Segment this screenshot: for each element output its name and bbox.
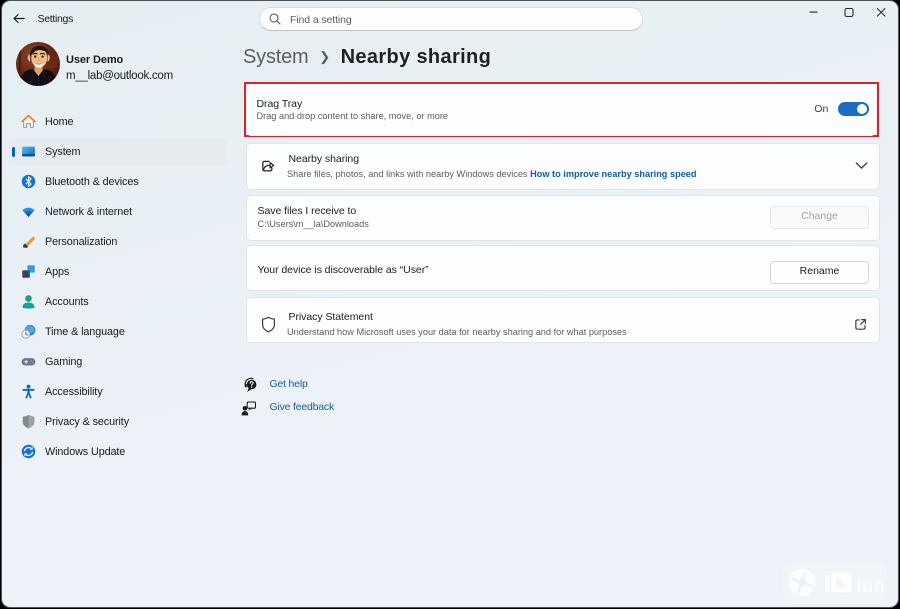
svg-text:lun: lun: [857, 576, 886, 596]
